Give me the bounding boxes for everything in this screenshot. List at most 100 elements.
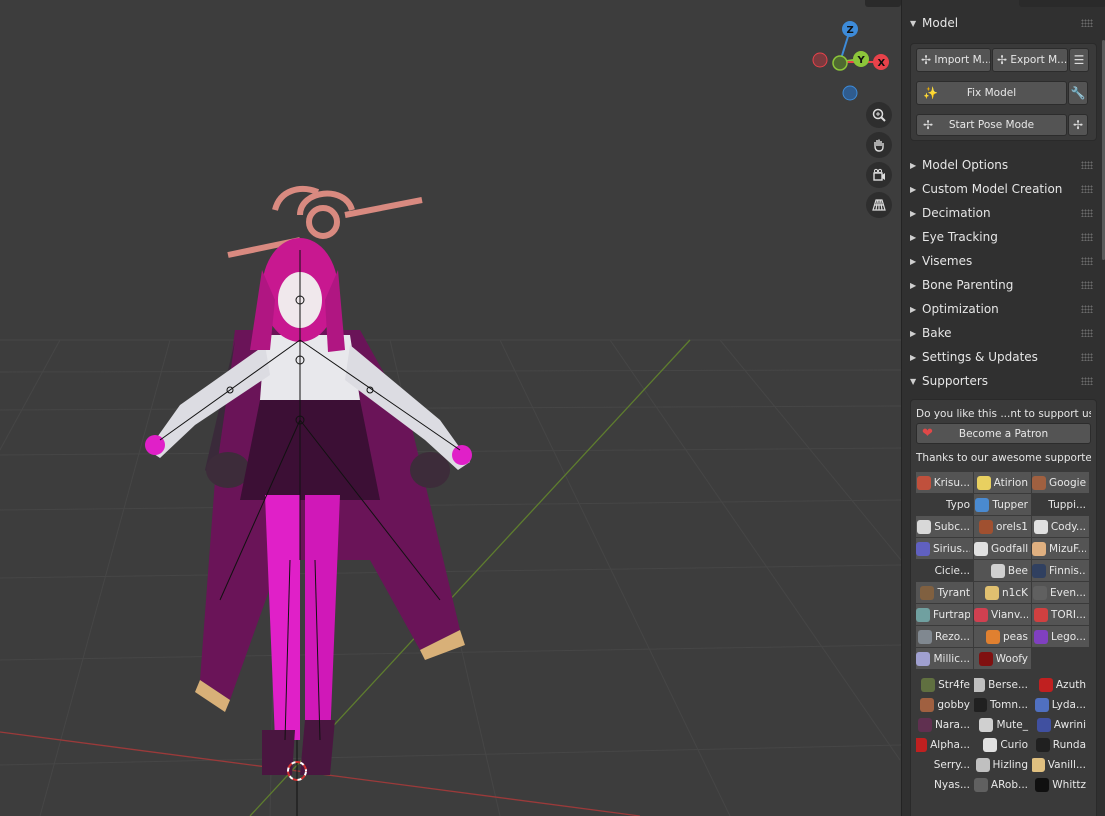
section-header[interactable]: ▶ Settings & Updates — [902, 345, 1105, 369]
supporter-button[interactable]: Cody... — [1032, 516, 1089, 537]
drag-grip-icon[interactable] — [1081, 233, 1093, 241]
supporter-button[interactable]: Subc... — [916, 516, 973, 537]
supporter-button[interactable]: Vianv... — [974, 604, 1031, 625]
drag-grip-icon[interactable] — [1081, 305, 1093, 313]
panel-header-model[interactable]: ▼ Model — [902, 11, 1105, 35]
supporter-avatar-icon — [979, 718, 994, 732]
drag-grip-icon[interactable] — [1081, 209, 1093, 217]
supporter-button[interactable]: orels1 — [974, 516, 1031, 537]
supporter-button[interactable]: Finnis... — [1032, 560, 1089, 581]
panel-top-toolbar[interactable] — [1019, 0, 1105, 7]
become-patron-button[interactable]: ❤ Become a Patron — [916, 423, 1091, 444]
supporter-button[interactable]: peas — [974, 626, 1031, 647]
start-pose-mode-button[interactable]: ✢ Start Pose Mode — [916, 114, 1067, 136]
supporter-button[interactable]: Typo — [916, 494, 973, 515]
zoom-icon[interactable] — [866, 102, 892, 128]
supporter-name: Even... — [1050, 586, 1086, 599]
x-axis-label: X — [878, 58, 886, 69]
collapsed-triangle-icon: ▶ — [910, 304, 917, 314]
supporter-avatar-icon — [1033, 607, 1048, 622]
supporter-list-item: Awrini — [1032, 715, 1089, 735]
header-toolbar-fragment[interactable] — [865, 0, 901, 7]
section-header[interactable]: ▶ Eye Tracking — [902, 225, 1105, 249]
import-model-button[interactable]: ✢ Import M... — [916, 48, 991, 72]
neg-z-axis-ball — [842, 85, 858, 101]
drag-grip-icon[interactable] — [1081, 161, 1093, 169]
supporter-button[interactable]: Rezo... — [916, 626, 973, 647]
z-axis-label: Z — [847, 25, 854, 36]
supporter-name: Sirius... — [933, 542, 970, 555]
drag-grip-icon[interactable] — [1081, 257, 1093, 265]
section-header[interactable]: ▶ Custom Model Creation — [902, 177, 1105, 201]
viewport-scene: Z Y X — [0, 21, 901, 816]
heart-icon: ❤ — [922, 426, 933, 441]
supporter-button[interactable]: Atirion — [974, 472, 1031, 493]
section-header-label: Visemes — [922, 254, 973, 268]
drag-grip-icon[interactable] — [1081, 281, 1093, 289]
supporter-list-item: Azuth — [1032, 675, 1089, 695]
supporter-avatar-icon — [916, 541, 930, 556]
drag-grip-icon[interactable] — [1081, 353, 1093, 361]
section-header[interactable]: ▶ Model Options — [902, 153, 1105, 177]
become-patron-label: Become a Patron — [958, 427, 1049, 440]
supporter-button[interactable]: n1cK — [974, 582, 1031, 603]
section-header[interactable]: ▶ Optimization — [902, 297, 1105, 321]
supporter-list-item: Serry... — [916, 755, 973, 775]
supporter-button[interactable]: Furtrap — [916, 604, 973, 625]
drag-grip-icon[interactable] — [1081, 377, 1093, 385]
supporter-button[interactable]: Googie — [1032, 472, 1089, 493]
section-header[interactable]: ▶ Visemes — [902, 249, 1105, 273]
panel-header-supporters[interactable]: ▼ Supporters — [902, 369, 1105, 393]
supporter-button[interactable]: Godfall — [974, 538, 1031, 559]
grid-perspective-icon[interactable] — [866, 192, 892, 218]
supporter-name: Serry... — [933, 759, 970, 771]
drag-grip-icon[interactable] — [1081, 185, 1093, 193]
supporter-button[interactable]: Sirius... — [916, 538, 973, 559]
camera-icon[interactable] — [866, 162, 892, 188]
supporter-button[interactable]: MizuF... — [1032, 538, 1089, 559]
supporter-button[interactable]: Cicie... — [916, 560, 973, 581]
supporter-avatar-icon — [985, 585, 999, 600]
supporter-name: orels1 — [995, 520, 1028, 533]
supporter-button[interactable]: Lego... — [1032, 626, 1089, 647]
hand-pan-icon[interactable] — [866, 132, 892, 158]
section-header-label: Bone Parenting — [922, 278, 1014, 292]
supporter-button[interactable]: Bee — [974, 560, 1031, 581]
collapsed-triangle-icon: ▶ — [910, 208, 917, 218]
drag-grip-icon[interactable] — [1081, 19, 1093, 27]
section-header-label: Model Options — [922, 158, 1009, 172]
supporter-button[interactable]: Tyrant — [916, 582, 973, 603]
supporter-button[interactable]: TORI... — [1032, 604, 1089, 625]
drag-grip-icon[interactable] — [1081, 329, 1093, 337]
collapsed-triangle-icon: ▶ — [910, 280, 917, 290]
supporter-name: Berse... — [988, 679, 1028, 691]
supporter-list-item: Vanill... — [1032, 755, 1089, 775]
supporter-avatar-icon — [1034, 698, 1049, 712]
supporter-avatar-icon — [983, 738, 998, 752]
supporter-name: Krisu... — [933, 476, 970, 489]
supporter-button[interactable]: Millic... — [916, 648, 973, 669]
section-header[interactable]: ▶ Decimation — [902, 201, 1105, 225]
3d-viewport[interactable]: Z Y X — [0, 0, 901, 816]
supporter-name: Str4fe — [938, 679, 970, 691]
fix-model-button[interactable]: ✨ Fix Model — [916, 81, 1067, 105]
supporter-name: Alpha... — [930, 739, 970, 751]
supporter-button[interactable]: Even... — [1032, 582, 1089, 603]
supporter-name: Millic... — [933, 652, 970, 665]
fix-model-settings-button[interactable]: 🔧 — [1068, 81, 1088, 105]
menu-hamburger-button[interactable]: ☰ — [1069, 48, 1089, 72]
supporter-button[interactable]: Tupper — [974, 494, 1031, 515]
supporter-name: Cody... — [1050, 520, 1086, 533]
supporter-button[interactable]: Woofy — [974, 648, 1031, 669]
section-header[interactable]: ▶ Bone Parenting — [902, 273, 1105, 297]
pose-mode-options-button[interactable]: ✢ — [1068, 114, 1088, 136]
supporter-name: Nara... — [934, 719, 970, 731]
supporter-name: peas — [1002, 630, 1028, 643]
section-header[interactable]: ▶ Bake — [902, 321, 1105, 345]
collapsed-sections: ▶ Model Options ▶ Custom Model Creation ▶ Dec… — [902, 153, 1105, 369]
floor-grid — [0, 339, 901, 816]
supporter-button[interactable]: Tuppi... — [1032, 494, 1089, 515]
export-model-button[interactable]: ✢ Export M... — [992, 48, 1068, 72]
supporter-avatar-icon — [974, 607, 988, 622]
supporter-button[interactable]: Krisu... — [916, 472, 973, 493]
